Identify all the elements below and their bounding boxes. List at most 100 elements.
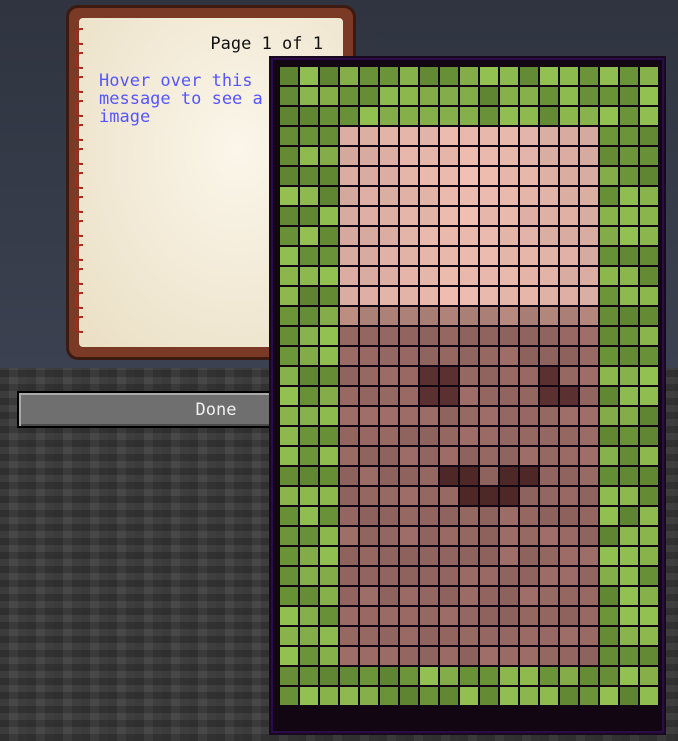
pixel — [280, 667, 298, 685]
pixel — [360, 687, 378, 705]
pixel — [320, 367, 338, 385]
pixel — [460, 187, 478, 205]
pixel — [400, 447, 418, 465]
pixel — [340, 287, 358, 305]
pixel — [600, 187, 618, 205]
pixel — [320, 587, 338, 605]
pixel — [380, 327, 398, 345]
pixel — [280, 147, 298, 165]
pixel — [600, 267, 618, 285]
pixel — [480, 187, 498, 205]
pixel — [440, 647, 458, 665]
pixel — [620, 567, 638, 585]
pixel — [640, 147, 658, 165]
pixel — [640, 307, 658, 325]
binding-ring — [75, 196, 83, 213]
pixel — [360, 387, 378, 405]
pixel — [460, 467, 478, 485]
pixel — [620, 427, 638, 445]
pixel — [280, 267, 298, 285]
pixel — [360, 507, 378, 525]
pixel — [340, 627, 358, 645]
pixel — [460, 227, 478, 245]
pixel — [560, 147, 578, 165]
pixel — [640, 367, 658, 385]
pixel — [440, 547, 458, 565]
pixel — [620, 407, 638, 425]
pixel — [400, 247, 418, 265]
pixel — [420, 487, 438, 505]
pixel — [520, 607, 538, 625]
pixel — [460, 507, 478, 525]
pixel — [560, 267, 578, 285]
pixel — [360, 647, 378, 665]
pixel — [440, 87, 458, 105]
pixel — [400, 407, 418, 425]
pixel — [320, 607, 338, 625]
pixel — [320, 67, 338, 85]
pixel — [460, 327, 478, 345]
pixel — [640, 407, 658, 425]
pixel — [340, 567, 358, 585]
pixel — [420, 407, 438, 425]
pixel — [300, 247, 318, 265]
pixel — [560, 467, 578, 485]
pixel — [460, 307, 478, 325]
pixel — [320, 487, 338, 505]
pixel — [540, 387, 558, 405]
pixel — [300, 147, 318, 165]
pixel — [420, 527, 438, 545]
pixel — [580, 287, 598, 305]
pixel — [300, 447, 318, 465]
pixel — [520, 647, 538, 665]
pixel — [580, 467, 598, 485]
pixel — [500, 167, 518, 185]
pixel — [640, 167, 658, 185]
pixel — [520, 187, 538, 205]
pixel — [400, 67, 418, 85]
pixel — [300, 647, 318, 665]
pixel — [380, 547, 398, 565]
pixel — [520, 687, 538, 705]
pixel — [540, 187, 558, 205]
pixel — [400, 667, 418, 685]
pixel — [560, 427, 578, 445]
pixel — [540, 267, 558, 285]
pixel — [440, 627, 458, 645]
pixel — [580, 487, 598, 505]
pixel — [520, 207, 538, 225]
binding-ring — [75, 316, 83, 333]
pixel — [300, 667, 318, 685]
pixel — [400, 507, 418, 525]
pixel — [360, 327, 378, 345]
pixel — [380, 207, 398, 225]
pixel — [500, 207, 518, 225]
pixel — [520, 507, 538, 525]
pixel — [320, 187, 338, 205]
pixel — [580, 527, 598, 545]
pixel — [320, 327, 338, 345]
pixel — [600, 227, 618, 245]
pixel — [620, 187, 638, 205]
pixel — [360, 207, 378, 225]
pixel — [340, 207, 358, 225]
pixel — [480, 347, 498, 365]
pixel — [320, 207, 338, 225]
pixel — [300, 387, 318, 405]
pixel — [460, 487, 478, 505]
pixel — [420, 507, 438, 525]
pixel — [460, 367, 478, 385]
pixel — [520, 467, 538, 485]
pixel — [600, 67, 618, 85]
pixel — [540, 427, 558, 445]
pixel — [440, 147, 458, 165]
pixel — [300, 427, 318, 445]
pixel — [480, 67, 498, 85]
pixel — [460, 207, 478, 225]
pixel — [320, 427, 338, 445]
pixel — [480, 307, 498, 325]
pixel — [380, 67, 398, 85]
pixel — [400, 627, 418, 645]
hover-message[interactable]: Hover over this message to see a image — [99, 72, 299, 126]
pixel — [560, 547, 578, 565]
